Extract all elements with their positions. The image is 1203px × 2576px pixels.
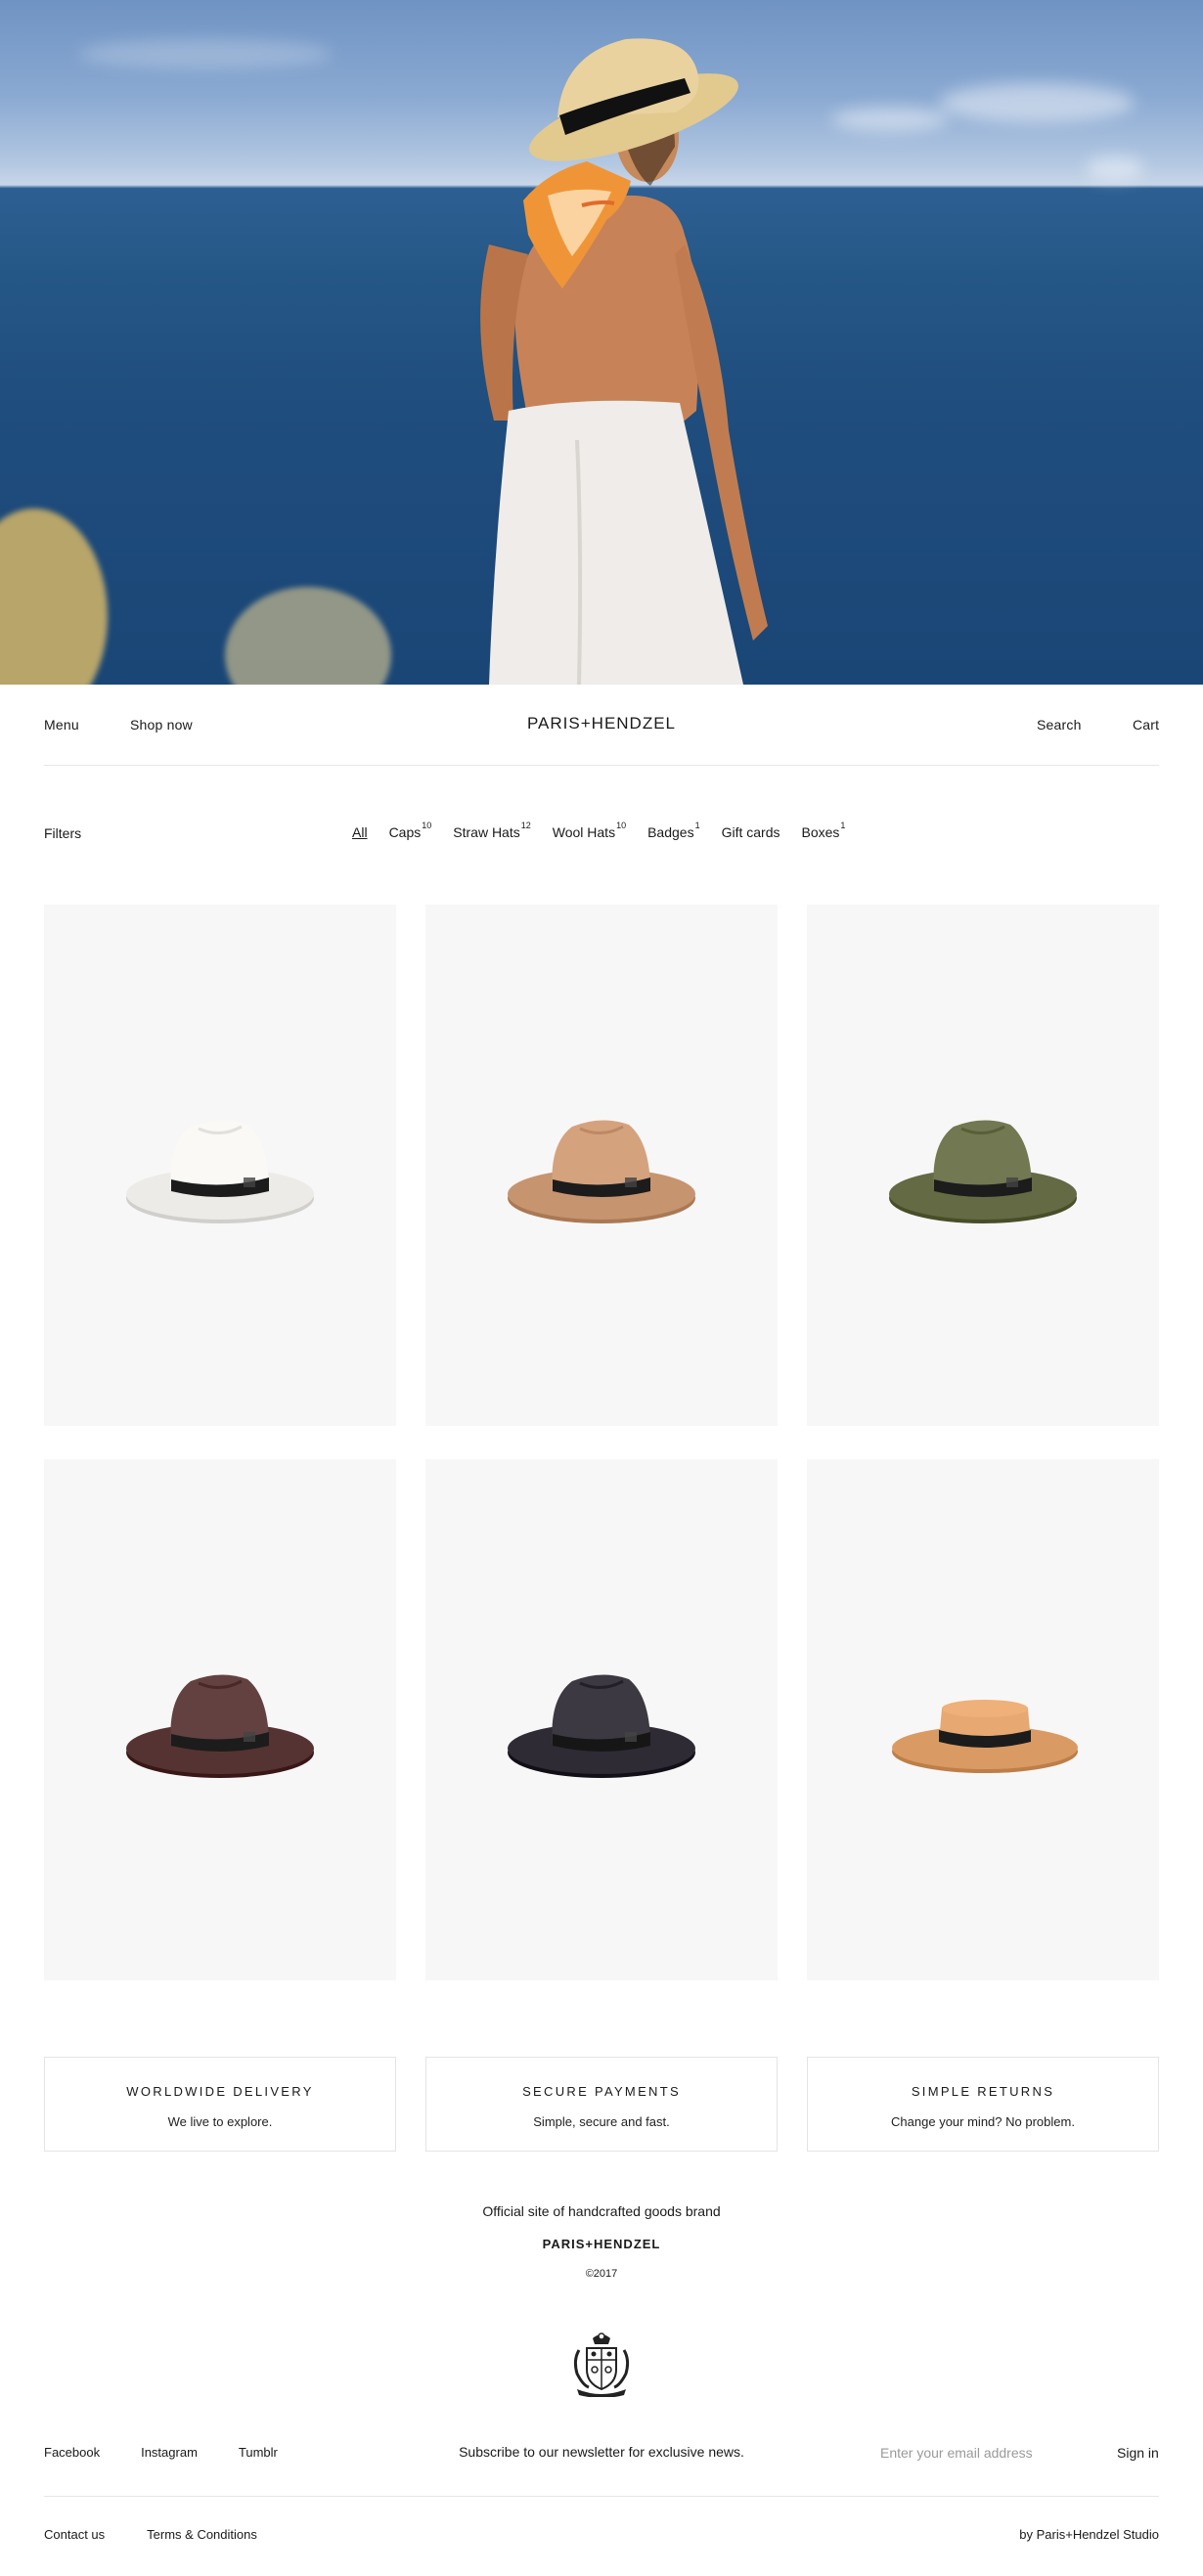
- category-label: All: [352, 824, 368, 840]
- product-card[interactable]: [807, 905, 1159, 1426]
- fedora-hat-icon: [508, 1120, 695, 1223]
- studio-credit-link[interactable]: by Paris+Hendzel Studio: [1019, 2527, 1159, 2542]
- category-badges[interactable]: Badges1: [647, 821, 700, 840]
- category-label: Badges: [647, 824, 694, 840]
- feature-boxes: WORLDWIDE DELIVERY We live to explore. S…: [44, 2057, 1159, 2152]
- footer-divider: [44, 2496, 1159, 2497]
- official-site-text: Official site of handcrafted goods brand: [482, 2203, 721, 2219]
- product-card[interactable]: [44, 905, 396, 1426]
- category-count: 12: [520, 821, 531, 830]
- contact-link[interactable]: Contact us: [44, 2527, 105, 2542]
- feature-box: WORLDWIDE DELIVERY We live to explore.: [44, 2057, 396, 2152]
- crest-logo: [573, 2332, 630, 2397]
- product-card[interactable]: [44, 1459, 396, 1980]
- feature-box: SIMPLE RETURNS Change your mind? No prob…: [807, 2057, 1159, 2152]
- feature-box: SECURE PAYMENTS Simple, secure and fast.: [425, 2057, 778, 2152]
- cart-link[interactable]: Cart: [1133, 717, 1159, 733]
- fedora-hat-icon: [889, 1120, 1077, 1223]
- feature-title: WORLDWIDE DELIVERY: [126, 2084, 314, 2099]
- category-label: Caps: [388, 824, 422, 840]
- category-label: Gift cards: [721, 824, 780, 840]
- category-count: 10: [616, 821, 627, 830]
- instagram-link[interactable]: Instagram: [141, 2445, 198, 2460]
- category-count: 10: [422, 821, 432, 830]
- copyright: ©2017: [585, 2268, 618, 2280]
- filters-toggle[interactable]: Filters: [44, 825, 81, 841]
- sign-in-button[interactable]: Sign in: [1117, 2445, 1159, 2461]
- social-links: Facebook Instagram Tumblr: [44, 2445, 278, 2460]
- feature-subtitle: Simple, secure and fast.: [533, 2114, 670, 2129]
- fedora-hat-icon: [126, 1120, 314, 1223]
- feature-subtitle: Change your mind? No problem.: [891, 2114, 1075, 2129]
- product-grid: [44, 905, 1159, 1980]
- fedora-hat-icon: [126, 1674, 314, 1778]
- category-count: 1: [840, 821, 846, 830]
- category-caps[interactable]: Caps10: [388, 821, 432, 840]
- product-card[interactable]: [807, 1459, 1159, 1980]
- product-card[interactable]: [425, 905, 778, 1426]
- category-label: Boxes: [801, 824, 840, 840]
- terms-link[interactable]: Terms & Conditions: [147, 2527, 257, 2542]
- category-wool-hats[interactable]: Wool Hats10: [552, 821, 627, 840]
- model-figure: [480, 38, 768, 685]
- product-card[interactable]: [425, 1459, 778, 1980]
- footer-links: Contact us Terms & Conditions: [44, 2527, 257, 2542]
- hero-image: [0, 0, 1203, 685]
- feature-title: SIMPLE RETURNS: [911, 2084, 1055, 2099]
- category-label: Wool Hats: [552, 824, 616, 840]
- feature-title: SECURE PAYMENTS: [522, 2084, 681, 2099]
- category-boxes[interactable]: Boxes1: [801, 821, 846, 840]
- category-gift-cards[interactable]: Gift cards: [722, 824, 780, 840]
- site-header: Menu Shop now PARIS+HENDZEL Search Cart: [44, 685, 1159, 766]
- category-label: Straw Hats: [453, 824, 520, 840]
- feature-subtitle: We live to explore.: [167, 2114, 273, 2129]
- category-straw-hats[interactable]: Straw Hats12: [453, 821, 531, 840]
- category-filter-bar: All Caps10 Straw Hats12 Wool Hats10 Badg…: [352, 821, 846, 840]
- fedora-hat-icon: [508, 1674, 695, 1778]
- tumblr-link[interactable]: Tumblr: [239, 2445, 278, 2460]
- boater-hat-icon: [892, 1700, 1078, 1773]
- facebook-link[interactable]: Facebook: [44, 2445, 100, 2460]
- site-logo[interactable]: PARIS+HENDZEL: [44, 714, 1159, 733]
- category-all[interactable]: All: [352, 824, 368, 840]
- footer-brand: PARIS+HENDZEL: [542, 2237, 661, 2251]
- search-link[interactable]: Search: [1037, 717, 1082, 733]
- category-count: 1: [694, 821, 700, 830]
- email-input[interactable]: [880, 2441, 1066, 2465]
